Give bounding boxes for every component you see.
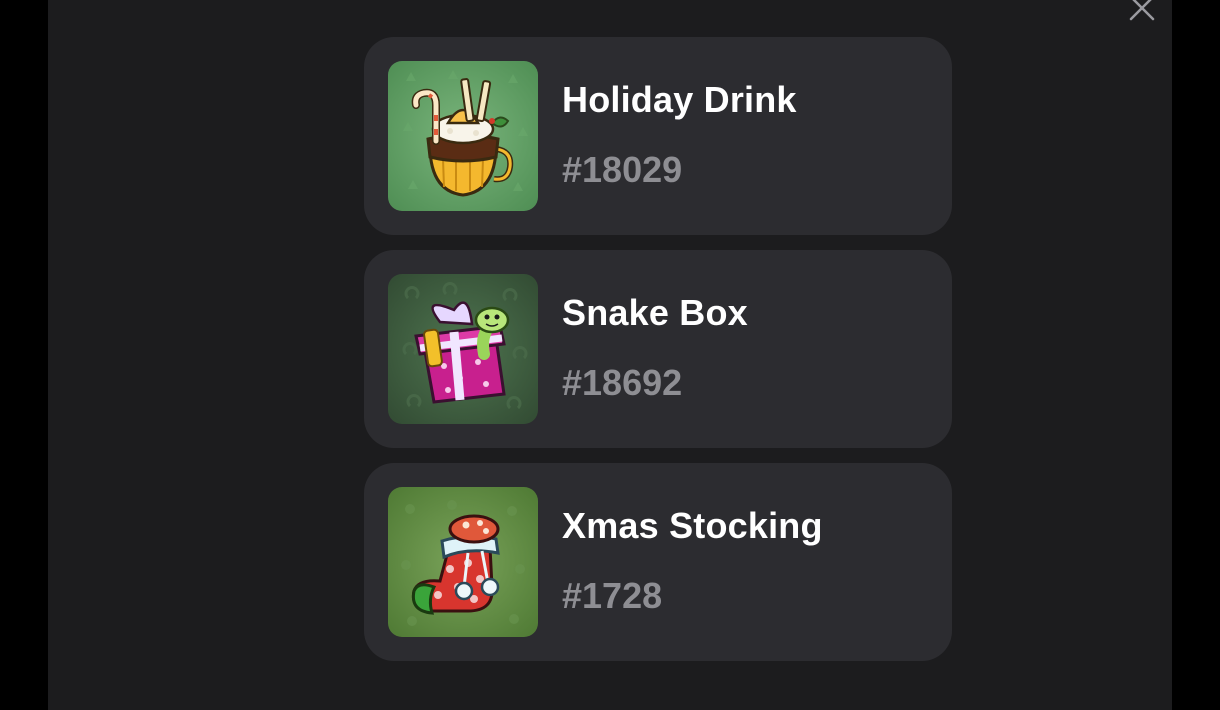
xmas-stocking-icon [388, 487, 538, 637]
item-number: #1728 [562, 575, 663, 616]
snake-box-icon [388, 274, 538, 424]
item-title: Xmas Stocking [562, 505, 823, 546]
item-title: Holiday Drink [562, 79, 797, 120]
item-list-modal: Holiday Drink #18029 Snake Box #18692 Xm… [48, 0, 1172, 710]
item-title: Snake Box [562, 292, 748, 333]
list-item-snake-box[interactable]: Snake Box #18692 [364, 250, 952, 448]
close-button[interactable] [1126, 0, 1158, 24]
item-number: #18692 [562, 362, 683, 403]
item-thumbnail [388, 274, 538, 424]
holiday-drink-icon [388, 61, 538, 211]
list-item-xmas-stocking[interactable]: Xmas Stocking #1728 [364, 463, 952, 661]
item-number: #18029 [562, 149, 683, 190]
list-item-holiday-drink[interactable]: Holiday Drink #18029 [364, 37, 952, 235]
item-thumbnail [388, 61, 538, 211]
close-icon [1129, 0, 1155, 21]
item-thumbnail [388, 487, 538, 637]
